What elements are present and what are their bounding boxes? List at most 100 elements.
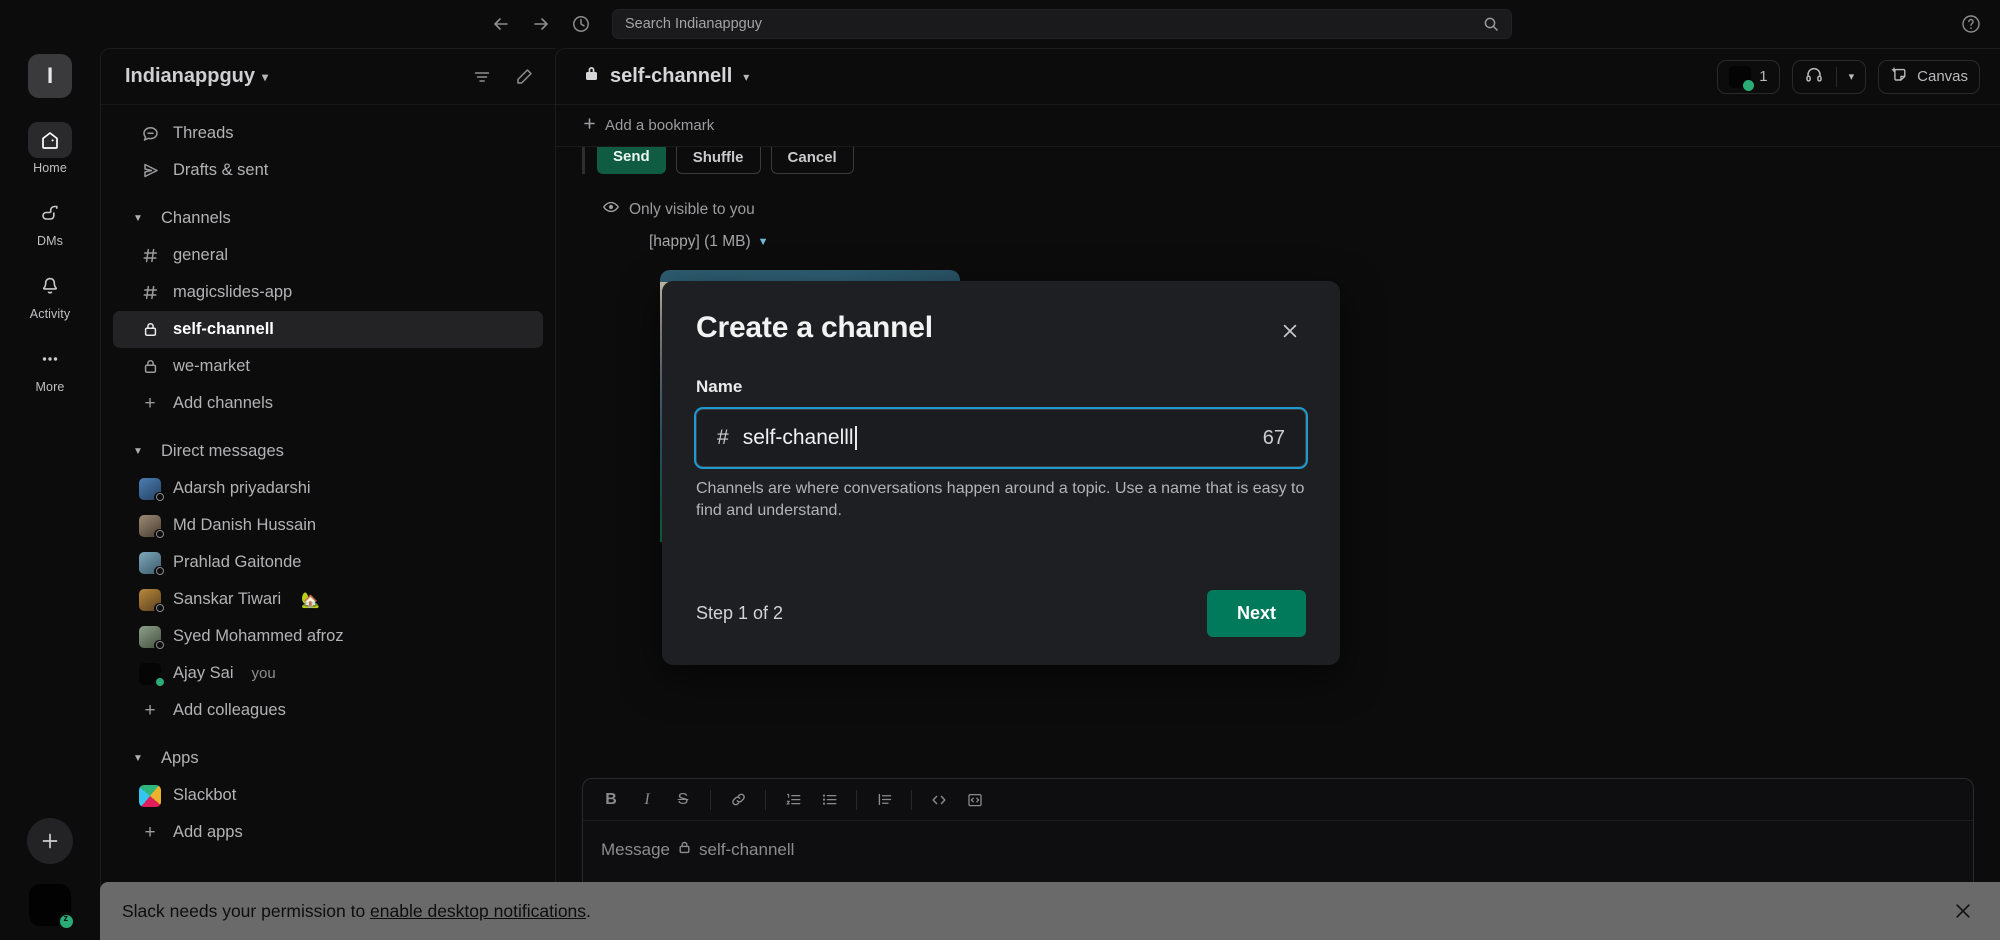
presence-icon [154, 491, 165, 503]
sidebar-item-threads[interactable]: Threads [113, 115, 543, 152]
you-badge: you [251, 665, 276, 682]
rail-item-home[interactable]: Home [13, 122, 87, 175]
sidebar-label-add-channels: Add channels [173, 394, 273, 412]
new-item-button[interactable] [27, 818, 73, 864]
enable-notifications-link[interactable]: enable desktop notifications [370, 901, 586, 921]
sidebar-dm-label: Prahlad Gaitonde [173, 553, 302, 571]
divider [765, 789, 766, 810]
chevron-down-icon[interactable]: ▼ [758, 236, 769, 248]
chevron-down-icon[interactable]: ▾ [1849, 70, 1855, 83]
rail-label-activity: Activity [29, 307, 71, 321]
sidebar-section-apps[interactable]: ▼ Apps [101, 739, 555, 777]
sidebar-dm-adarsh[interactable]: Adarsh priyadarshi [113, 470, 543, 507]
sidebar-scroll-area[interactable]: Threads Drafts & sent ▼ Channels general [101, 105, 555, 940]
presence-away-icon [1743, 79, 1755, 91]
channel-title-button[interactable]: self-channell ▾ [582, 64, 749, 89]
attachment-line[interactable]: [happy] (1 MB) ▼ [582, 233, 1974, 251]
modal-footer: Step 1 of 2 Next [696, 590, 1306, 665]
sidebar-app-slackbot[interactable]: Slackbot [113, 777, 543, 814]
rail-item-activity[interactable]: Activity [13, 268, 87, 321]
history-clock-icon[interactable] [568, 11, 594, 37]
chevron-down-icon: ▾ [743, 69, 750, 84]
lock-icon [677, 840, 692, 860]
sidebar-dm-ajay-sai[interactable]: Ajay Sai you [113, 655, 543, 692]
rail-item-more[interactable]: More [13, 341, 87, 394]
rail-item-dms[interactable]: DMs [13, 195, 87, 248]
notification-permission-banner: Slack needs your permission to enable de… [100, 882, 2000, 940]
channel-name-input[interactable]: # self-chanelll 67 [696, 409, 1306, 467]
sidebar-dm-syed[interactable]: Syed Mohammed afroz [113, 618, 543, 655]
back-button[interactable] [488, 11, 514, 37]
sidebar-section-label-dms: Direct messages [161, 441, 284, 460]
create-channel-modal: Create a channel Name # self-chanelll 67… [662, 281, 1340, 665]
sidebar-item-self-channell[interactable]: self-channell [113, 311, 543, 348]
compose-icon[interactable] [511, 64, 537, 90]
member-avatar [1729, 65, 1755, 91]
search-input[interactable]: Search Indianappguy [612, 9, 1512, 39]
user-avatar[interactable] [29, 884, 75, 930]
rail-label-dms: DMs [37, 234, 63, 248]
next-button[interactable]: Next [1206, 590, 1306, 637]
message-input[interactable]: Message self-channell [583, 821, 1973, 879]
plus-icon: + [144, 392, 156, 414]
huddle-button[interactable]: ▾ [1791, 59, 1867, 94]
sidebar-add-channels[interactable]: + Add channels [113, 385, 543, 422]
forward-button[interactable] [528, 11, 554, 37]
ordered-list-icon[interactable] [777, 785, 809, 815]
eye-icon [602, 198, 620, 221]
presence-away-icon [154, 676, 165, 688]
code-icon[interactable] [923, 785, 955, 815]
lock-icon [139, 321, 161, 338]
chevron-down-icon: ▼ [133, 445, 143, 457]
sidebar-dm-danish[interactable]: Md Danish Hussain [113, 507, 543, 544]
close-icon[interactable] [1948, 896, 1978, 926]
slack-app-window: Search Indianappguy I Home DMs Activity … [0, 0, 2000, 940]
avatar [139, 514, 165, 540]
workspace-logo[interactable]: I [28, 54, 72, 98]
divider [911, 789, 912, 810]
code-block-icon[interactable] [959, 785, 991, 815]
filter-icon[interactable] [469, 64, 495, 90]
help-button[interactable] [1958, 11, 1984, 37]
canvas-button[interactable]: Canvas [1878, 59, 1980, 94]
sidebar-item-drafts[interactable]: Drafts & sent [113, 152, 543, 189]
canvas-label: Canvas [1917, 68, 1968, 85]
add-bookmark-button[interactable]: Add a bookmark [582, 116, 714, 135]
close-icon[interactable] [1274, 315, 1306, 347]
sidebar-item-magicslides-app[interactable]: magicslides-app [113, 274, 543, 311]
chevron-down-icon: ▼ [133, 212, 143, 224]
avatar [139, 551, 165, 577]
sidebar-dm-sanskar[interactable]: Sanskar Tiwari 🏡 [113, 581, 543, 618]
sidebar-section-dms[interactable]: ▼ Direct messages [101, 432, 555, 470]
sidebar-item-general[interactable]: general [113, 237, 543, 274]
sidebar-dm-label: Adarsh priyadarshi [173, 479, 311, 497]
workspace-name-button[interactable]: Indianappguy ▾ [125, 65, 268, 88]
hash-icon: # [717, 426, 729, 449]
members-button[interactable]: 1 [1717, 59, 1780, 94]
sidebar-section-channels[interactable]: ▼ Channels [101, 199, 555, 237]
sidebar-add-colleagues[interactable]: + Add colleagues [113, 692, 543, 729]
divider [856, 789, 857, 810]
link-icon[interactable] [722, 785, 754, 815]
blockquote-icon[interactable] [868, 785, 900, 815]
sidebar-add-apps[interactable]: + Add apps [113, 814, 543, 851]
canvas-icon [1890, 65, 1909, 88]
sidebar-item-we-market[interactable]: we-market [113, 348, 543, 385]
italic-icon[interactable]: I [631, 785, 663, 815]
sidebar-label-drafts: Drafts & sent [173, 161, 269, 179]
bold-icon[interactable]: B [595, 785, 627, 815]
sidebar-label-we-market: we-market [173, 357, 251, 375]
history-nav-group [488, 11, 594, 37]
strikethrough-icon[interactable]: S [667, 785, 699, 815]
banner-text-before: Slack needs your permission to [122, 900, 371, 921]
cancel-button[interactable]: Cancel [770, 147, 854, 174]
sidebar-dm-prahlad[interactable]: Prahlad Gaitonde [113, 544, 543, 581]
bulleted-list-icon[interactable] [813, 785, 845, 815]
divider [710, 789, 711, 810]
channel-header: self-channell ▾ 1 ▾ Canvas [556, 49, 2000, 105]
channel-name-text: self-chanelll [742, 426, 854, 449]
name-field-label: Name [696, 377, 743, 396]
shuffle-button[interactable]: Shuffle [675, 147, 761, 174]
hash-icon [139, 247, 161, 264]
send-button[interactable]: Send [597, 147, 666, 174]
